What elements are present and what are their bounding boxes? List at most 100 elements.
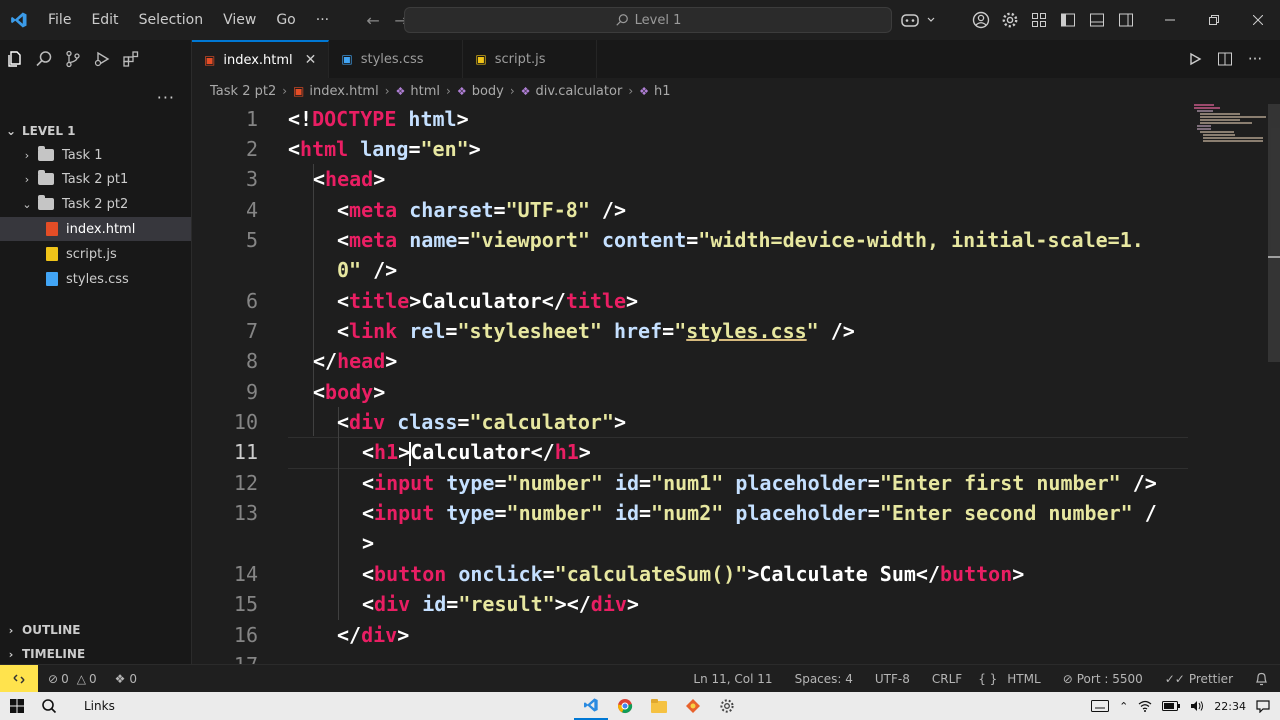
explorer-icon[interactable] — [0, 44, 29, 74]
close-icon[interactable]: ✕ — [305, 52, 317, 68]
command-center[interactable]: Level 1 — [404, 7, 892, 33]
code-line-14: <button onclick="calculateSum()">Calcula… — [362, 562, 1025, 586]
search-sidebar-icon[interactable] — [29, 44, 58, 74]
search-icon — [615, 14, 628, 26]
back-arrow-icon[interactable]: ← — [359, 11, 387, 30]
windows-taskbar: Links ⌃ 22:34 — [0, 692, 1280, 720]
tree-item-styles-css[interactable]: styles.css — [0, 267, 191, 291]
code-line-13: <input type="number" id="num2" placehold… — [362, 501, 1157, 525]
tree-item-task-2-pt1[interactable]: › Task 2 pt1 — [0, 167, 191, 191]
vertical-scrollbar[interactable] — [1268, 104, 1280, 362]
breadcrumb-item[interactable]: Task 2 pt2 — [210, 84, 276, 99]
menu-go[interactable]: Go — [266, 0, 305, 40]
code-line-10: <div class="calculator"> — [337, 410, 627, 434]
menu-view[interactable]: View — [213, 0, 266, 40]
breadcrumb-item[interactable]: ❖ h1 — [639, 84, 670, 99]
toggle-primary-sidebar-icon[interactable] — [1053, 0, 1082, 40]
tab-label: script.js — [494, 51, 546, 67]
app-taskbar-icon[interactable] — [676, 692, 710, 720]
taskbar-search-icon[interactable] — [34, 698, 64, 714]
chevron-up-icon[interactable]: ⌃ — [1119, 700, 1128, 713]
line-number: 5 — [245, 228, 258, 252]
error-icon: ⊘ — [48, 671, 59, 686]
timeline-section[interactable]: › TIMELINE — [0, 642, 191, 666]
menu-file[interactable]: File — [38, 0, 81, 40]
breadcrumb-item[interactable]: ❖ div.calculator — [521, 84, 623, 99]
network-icon[interactable] — [1138, 700, 1152, 712]
vscode-taskbar-icon[interactable] — [574, 692, 608, 720]
explorer-more-actions[interactable]: ··· — [157, 88, 175, 107]
breadcrumb-item[interactable]: ▣ index.html — [293, 84, 379, 99]
windows-start-icon[interactable] — [0, 692, 34, 720]
notification-center-icon[interactable] — [1256, 699, 1270, 713]
tree-item-index-html[interactable]: index.html — [0, 217, 191, 241]
prettier-status[interactable]: ✓✓ Prettier — [1165, 672, 1233, 686]
workspace-root[interactable]: ⌄ LEVEL 1 — [0, 120, 191, 142]
line-number: 16 — [233, 623, 258, 647]
language-mode[interactable]: { } HTML — [978, 672, 1041, 686]
chrome-taskbar-icon[interactable] — [608, 692, 642, 720]
tab-script-js[interactable]: ▣ script.js — [463, 40, 598, 78]
chevron-down-icon: ⌄ — [5, 124, 17, 138]
folder-open-icon — [38, 195, 54, 210]
braces-icon: { } — [978, 672, 998, 686]
cursor-position[interactable]: Ln 11, Col 11 — [693, 672, 772, 686]
toggle-panel-icon[interactable] — [1082, 0, 1111, 40]
tree-item-task-1[interactable]: › Task 1 — [0, 143, 191, 167]
menu-selection[interactable]: Selection — [129, 0, 214, 40]
indentation[interactable]: Spaces: 4 — [795, 672, 853, 686]
tab-index-html[interactable]: ▣ index.html ✕ — [192, 40, 330, 78]
breadcrumb: Task 2 pt2 › ▣ index.html › ❖ html › ❖ body… — [192, 78, 1280, 104]
close-window-icon[interactable] — [1236, 0, 1280, 40]
chevron-right-icon: › — [384, 84, 390, 98]
copilot-chevron-icon[interactable] — [924, 0, 938, 40]
extensions-icon[interactable] — [116, 44, 145, 74]
account-icon[interactable] — [966, 0, 995, 40]
settings-taskbar-icon[interactable] — [710, 692, 744, 720]
toggle-secondary-sidebar-icon[interactable] — [1111, 0, 1140, 40]
warning-icon: △ — [76, 671, 86, 686]
live-server-port[interactable]: ⊘ Port : 5500 — [1063, 672, 1143, 686]
timeline-label: TIMELINE — [22, 647, 86, 661]
volume-icon[interactable] — [1190, 700, 1204, 712]
tab-styles-css[interactable]: ▣ styles.css — [329, 40, 464, 78]
tree-item-script-js[interactable]: script.js — [0, 242, 191, 266]
restore-icon[interactable] — [1192, 0, 1236, 40]
source-control-icon[interactable] — [58, 44, 87, 74]
minimize-icon[interactable] — [1148, 0, 1192, 40]
code-line-12: <input type="number" id="num1" placehold… — [362, 471, 1157, 495]
problems-indicator[interactable]: ⊘ 0 △ 0 — [48, 672, 97, 686]
tree-item-task-2-pt2[interactable]: ⌄ Task 2 pt2 — [0, 192, 191, 216]
code-editor[interactable]: 1 2 3 4 5 6 7 8 9 10 11 12 13 14 15 16 1… — [192, 104, 1280, 664]
more-actions-icon[interactable]: ··· — [1240, 50, 1270, 68]
file-explorer-taskbar-icon[interactable] — [642, 692, 676, 720]
remote-indicator[interactable] — [0, 664, 38, 693]
minimap[interactable] — [1194, 104, 1266, 148]
line-number: 7 — [245, 319, 258, 343]
chevron-down-icon: ⌄ — [22, 197, 32, 211]
menu-overflow[interactable]: ··· — [306, 0, 339, 40]
links-toolbar[interactable]: Links — [84, 699, 115, 713]
run-debug-icon[interactable] — [87, 44, 116, 74]
encoding[interactable]: UTF-8 — [875, 672, 910, 686]
folder-icon — [38, 146, 54, 161]
notifications-bell-icon[interactable] — [1255, 672, 1268, 686]
ports-indicator[interactable]: ❖ 0 — [115, 672, 137, 686]
keyboard-icon[interactable] — [1091, 700, 1110, 712]
copilot-icon[interactable] — [895, 0, 924, 40]
end-of-line[interactable]: CRLF — [932, 672, 962, 686]
layout-icon[interactable] — [1024, 0, 1053, 40]
breadcrumb-item[interactable]: ❖ html — [396, 84, 441, 99]
line-number: 15 — [233, 592, 258, 616]
gear-icon[interactable] — [995, 0, 1024, 40]
run-icon[interactable] — [1180, 52, 1210, 66]
line-number: 8 — [245, 349, 258, 373]
line-number: 10 — [233, 410, 258, 434]
battery-icon[interactable] — [1162, 701, 1181, 711]
split-editor-icon[interactable] — [1210, 51, 1240, 67]
menu-edit[interactable]: Edit — [81, 0, 128, 40]
breadcrumb-item[interactable]: ❖ body — [457, 84, 504, 99]
outline-section[interactable]: › OUTLINE — [0, 618, 191, 642]
html-file-icon — [46, 222, 58, 236]
clock[interactable]: 22:34 — [1214, 700, 1246, 713]
